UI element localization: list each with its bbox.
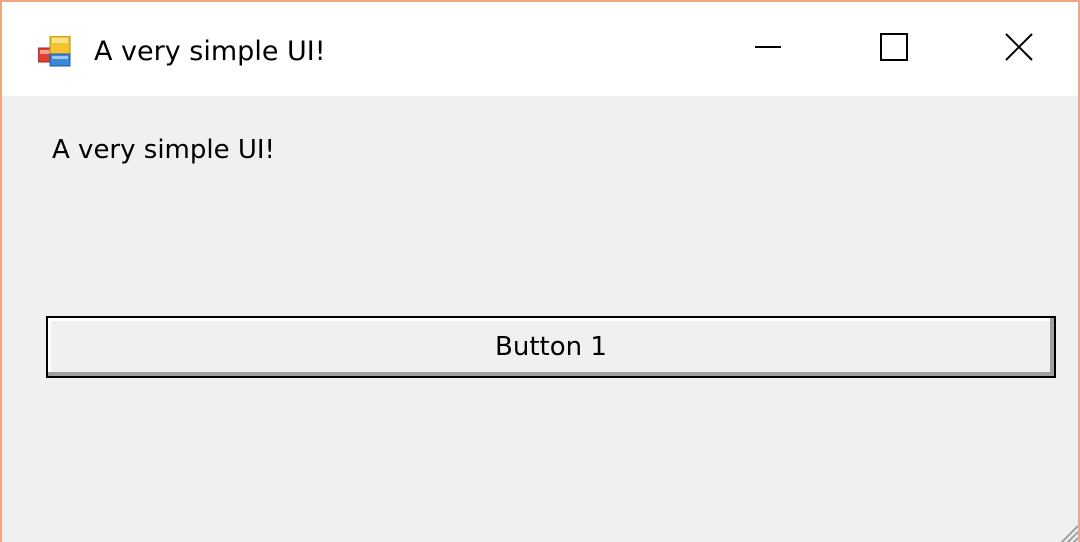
window-title: A very simple UI! bbox=[94, 36, 326, 67]
client-area: A very simple UI! Button 1 bbox=[2, 96, 1078, 542]
app-window: A very simple UI! A very simple UI! Butt… bbox=[0, 0, 1080, 542]
minimize-button[interactable] bbox=[708, 2, 828, 96]
maximize-icon bbox=[879, 32, 909, 66]
close-icon bbox=[1004, 32, 1034, 66]
button-1[interactable]: Button 1 bbox=[46, 316, 1056, 378]
minimize-icon bbox=[753, 32, 783, 66]
close-button[interactable] bbox=[960, 2, 1078, 96]
title-bar[interactable]: A very simple UI! bbox=[2, 2, 1078, 96]
maximize-button[interactable] bbox=[834, 2, 954, 96]
app-window-icon bbox=[37, 35, 72, 68]
content-label: A very simple UI! bbox=[52, 135, 275, 165]
resize-grip-icon[interactable] bbox=[1056, 522, 1078, 542]
